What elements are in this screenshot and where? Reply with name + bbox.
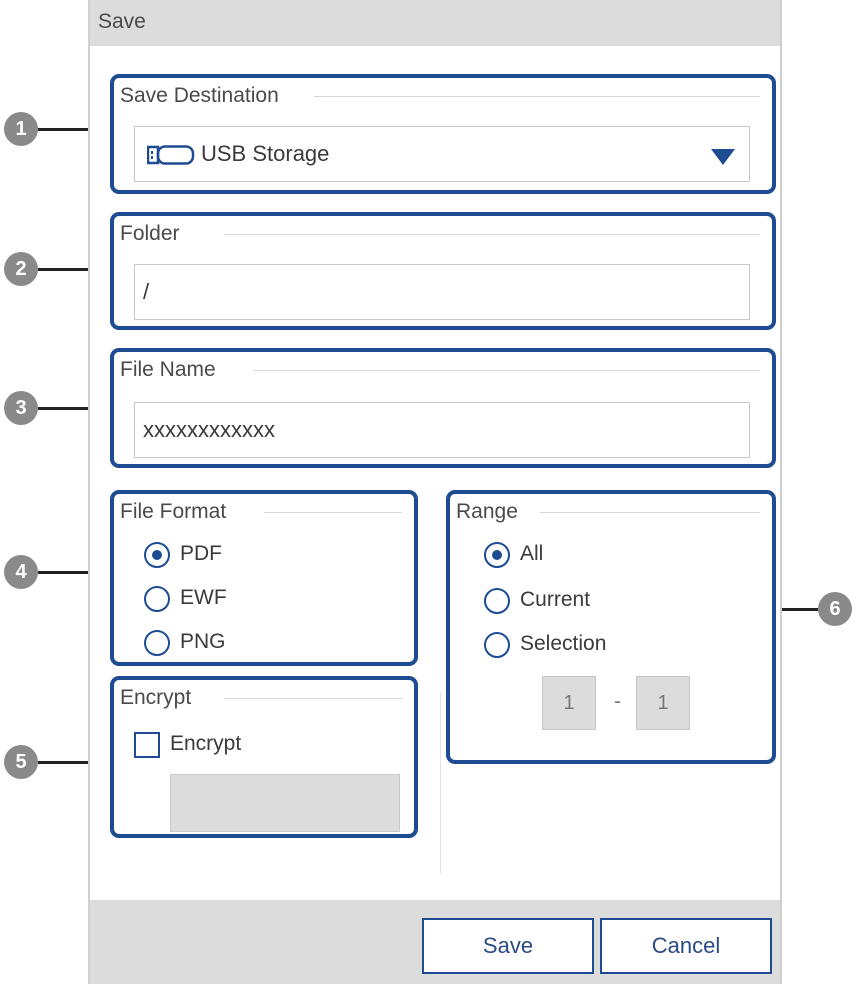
folder-value: / xyxy=(143,279,150,304)
file-name-input[interactable]: xxxxxxxxxxxx xyxy=(134,402,750,458)
range-to-input[interactable]: 1 xyxy=(636,676,690,730)
group-divider xyxy=(540,512,760,513)
group-divider xyxy=(224,234,760,235)
encrypt-label: Encrypt xyxy=(120,686,200,710)
radio-pdf[interactable] xyxy=(144,542,170,568)
save-destination-value: USB Storage xyxy=(201,141,330,166)
range-separator: - xyxy=(614,690,621,713)
save-destination-dropdown[interactable]: USB Storage xyxy=(134,126,750,182)
radio-all-label[interactable]: All xyxy=(520,542,543,566)
radio-ewf-label[interactable]: EWF xyxy=(180,586,227,610)
save-button[interactable]: Save xyxy=(422,918,594,974)
callout-2: 2 xyxy=(4,252,38,286)
usb-storage-icon xyxy=(147,145,195,165)
group-divider xyxy=(254,370,760,371)
file-name-group: File Name xxxxxxxxxxxx xyxy=(110,348,776,468)
save-destination-label: Save Destination xyxy=(120,84,287,108)
file-name-value: xxxxxxxxxxxx xyxy=(143,417,275,442)
group-divider xyxy=(264,512,402,513)
radio-ewf[interactable] xyxy=(144,586,170,612)
radio-pdf-label[interactable]: PDF xyxy=(180,542,222,566)
cancel-button[interactable]: Cancel xyxy=(600,918,772,974)
callout-4: 4 xyxy=(4,555,38,589)
range-group: Range All Current Selection 1 - 1 xyxy=(446,490,776,764)
radio-png-label[interactable]: PNG xyxy=(180,630,226,654)
callout-3: 3 xyxy=(4,391,38,425)
encrypt-checkbox-label[interactable]: Encrypt xyxy=(170,732,241,756)
file-format-label: File Format xyxy=(120,500,235,524)
callout-1: 1 xyxy=(4,112,38,146)
triangle-down-icon[interactable] xyxy=(711,149,735,165)
dialog-title-bar: Save xyxy=(90,0,780,46)
group-divider xyxy=(224,698,402,699)
range-label: Range xyxy=(456,500,526,524)
save-destination-group: Save Destination USB Storage xyxy=(110,74,776,194)
file-name-label: File Name xyxy=(120,358,224,382)
folder-group: Folder / xyxy=(110,212,776,330)
encrypt-password-input[interactable] xyxy=(170,774,400,832)
callout-6: 6 xyxy=(818,592,852,626)
radio-png[interactable] xyxy=(144,630,170,656)
radio-current-label[interactable]: Current xyxy=(520,588,590,612)
radio-all[interactable] xyxy=(484,542,510,568)
save-dialog: Save Save Destination USB Storage Folder… xyxy=(88,0,782,984)
folder-input[interactable]: / xyxy=(134,264,750,320)
radio-selection[interactable] xyxy=(484,632,510,658)
dialog-title: Save xyxy=(98,10,146,33)
radio-selection-label[interactable]: Selection xyxy=(520,632,606,656)
radio-current[interactable] xyxy=(484,588,510,614)
encrypt-group: Encrypt Encrypt xyxy=(110,676,418,838)
callout-5: 5 xyxy=(4,745,38,779)
group-divider xyxy=(314,96,760,97)
column-divider xyxy=(440,692,441,874)
range-from-input[interactable]: 1 xyxy=(542,676,596,730)
encrypt-checkbox[interactable] xyxy=(134,732,160,758)
folder-label: Folder xyxy=(120,222,188,246)
file-format-group: File Format PDF EWF PNG xyxy=(110,490,418,666)
